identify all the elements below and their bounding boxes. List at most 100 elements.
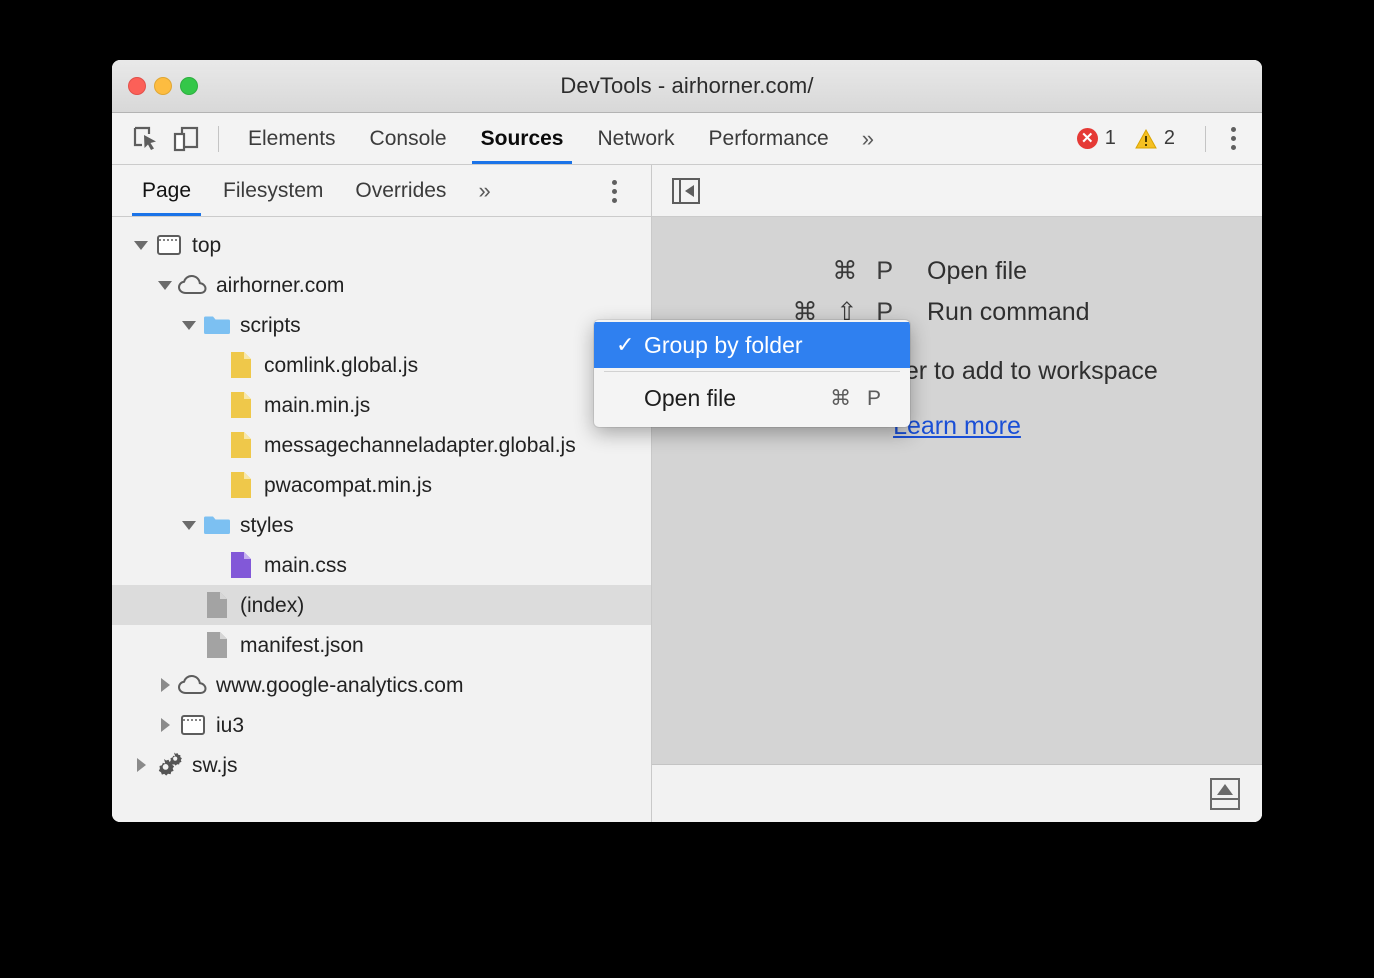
- tree-item-main-css[interactable]: main.css: [112, 545, 651, 585]
- tree-item-top[interactable]: top: [112, 225, 651, 265]
- device-toolbar-icon: [172, 125, 200, 153]
- devtools-window: DevTools - airhorner.com/ Elements Conso…: [112, 60, 1262, 822]
- cloud-icon: [178, 274, 208, 296]
- folder-icon: [202, 514, 232, 536]
- close-button[interactable]: [128, 77, 146, 95]
- inspect-element-button[interactable]: [126, 119, 166, 159]
- navigator-more-options-button[interactable]: [599, 173, 629, 209]
- editor-pane: ⌘ P Open file ⌘ ⇧ P Run command Drop in …: [652, 165, 1262, 822]
- document-file-icon: [202, 631, 232, 659]
- warning-count: 2: [1164, 127, 1175, 150]
- menu-item-open-file-shortcut: ⌘ P: [830, 386, 910, 411]
- navigator-more-tabs-button[interactable]: »: [462, 178, 503, 204]
- tree-item-label: main.css: [264, 555, 347, 576]
- editor-placeholder: ⌘ P Open file ⌘ ⇧ P Run command Drop in …: [652, 217, 1262, 764]
- navigator-tab-filesystem[interactable]: Filesystem: [207, 165, 339, 216]
- tab-performance[interactable]: Performance: [692, 113, 846, 164]
- document-file-icon: [202, 591, 232, 619]
- tree-item-label: pwacompat.min.js: [264, 475, 432, 496]
- shortcut-run-command-action: Run command: [927, 300, 1217, 325]
- more-panels-button[interactable]: »: [846, 126, 887, 152]
- main-menu-button[interactable]: [1218, 121, 1248, 157]
- editor-statusbar: [652, 764, 1262, 822]
- issue-counters[interactable]: ✕ 1 2: [1077, 127, 1187, 150]
- file-tree: top airhorner.comscripts comlink.global.js…: [112, 217, 651, 822]
- tree-item-label: www.google-analytics.com: [216, 675, 463, 696]
- error-count: 1: [1105, 127, 1116, 150]
- tree-item-iu3[interactable]: iu3: [112, 705, 651, 745]
- devtools-main-toolbar: Elements Console Sources Network Perform…: [112, 113, 1262, 165]
- editor-toolbar: [652, 165, 1262, 217]
- tree-item-main-min-js[interactable]: main.min.js: [112, 385, 651, 425]
- tree-item-messagechanneladapter-global-js[interactable]: messagechanneladapter.global.js: [112, 425, 651, 465]
- tab-elements[interactable]: Elements: [231, 113, 353, 164]
- window-controls: [128, 60, 198, 112]
- twisty-expanded-icon[interactable]: [152, 281, 178, 290]
- shortcut-open-file-keys: ⌘ P: [697, 259, 927, 284]
- js-file-icon: [226, 391, 256, 419]
- tree-item-label: main.min.js: [264, 395, 370, 416]
- cloud-icon: [178, 674, 208, 696]
- js-file-icon: [226, 351, 256, 379]
- sources-panel: Page Filesystem Overrides » top airhorner…: [112, 165, 1262, 822]
- frame-icon: [178, 714, 208, 736]
- error-icon: ✕: [1077, 128, 1098, 149]
- tree-item-styles[interactable]: styles: [112, 505, 651, 545]
- shortcut-open-file: ⌘ P Open file: [697, 259, 1217, 284]
- tree-item-label: top: [192, 235, 221, 256]
- twisty-expanded-icon[interactable]: [176, 321, 202, 330]
- show-navigator-icon[interactable]: [672, 178, 700, 204]
- navigator-tab-page[interactable]: Page: [126, 165, 207, 216]
- window-title: DevTools - airhorner.com/: [560, 73, 813, 99]
- tree-item-sw-js[interactable]: sw.js: [112, 745, 651, 785]
- warning-icon: [1135, 129, 1157, 149]
- tree-item-label: iu3: [216, 715, 244, 736]
- tree-item-manifest-json[interactable]: manifest.json: [112, 625, 651, 665]
- tree-item-label: comlink.global.js: [264, 355, 418, 376]
- tree-item-www-google-analytics-com[interactable]: www.google-analytics.com: [112, 665, 651, 705]
- tree-item-label: manifest.json: [240, 635, 364, 656]
- tab-network[interactable]: Network: [580, 113, 691, 164]
- zoom-button[interactable]: [180, 77, 198, 95]
- twisty-expanded-icon[interactable]: [128, 241, 154, 250]
- menu-item-group-by-folder[interactable]: ✓ Group by folder: [594, 322, 910, 368]
- navigator-pane: Page Filesystem Overrides » top airhorner…: [112, 165, 652, 822]
- learn-more-link[interactable]: Learn more: [893, 412, 1021, 441]
- js-file-icon: [226, 431, 256, 459]
- tree-item-airhorner-com[interactable]: airhorner.com: [112, 265, 651, 305]
- frame-icon: [154, 234, 184, 256]
- twisty-collapsed-icon[interactable]: [152, 678, 178, 692]
- tree-item-label: (index): [240, 595, 304, 616]
- twisty-expanded-icon[interactable]: [176, 521, 202, 530]
- twisty-collapsed-icon[interactable]: [152, 718, 178, 732]
- tree-item-scripts[interactable]: scripts: [112, 305, 651, 345]
- inspect-element-icon: [132, 125, 160, 153]
- service-worker-icon: [154, 751, 184, 779]
- navigator-tab-overrides[interactable]: Overrides: [339, 165, 462, 216]
- show-drawer-icon[interactable]: [1210, 778, 1240, 810]
- titlebar: DevTools - airhorner.com/: [112, 60, 1262, 113]
- folder-icon: [202, 314, 232, 336]
- tab-console[interactable]: Console: [353, 113, 464, 164]
- shortcut-open-file-action: Open file: [927, 259, 1217, 284]
- css-file-icon: [226, 551, 256, 579]
- tree-item-label: sw.js: [192, 755, 238, 776]
- menu-item-open-file[interactable]: Open file ⌘ P: [594, 375, 910, 421]
- device-toolbar-button[interactable]: [166, 119, 206, 159]
- tree-item-label: styles: [240, 515, 294, 536]
- tree-item-label: messagechanneladapter.global.js: [264, 435, 576, 456]
- navigator-context-menu: ✓ Group by folder Open file ⌘ P: [594, 320, 910, 427]
- minimize-button[interactable]: [154, 77, 172, 95]
- tree-item-comlink-global-js[interactable]: comlink.global.js: [112, 345, 651, 385]
- tree-item-pwacompat-min-js[interactable]: pwacompat.min.js: [112, 465, 651, 505]
- menu-separator: [604, 371, 900, 372]
- menu-item-open-file-label: Open file: [644, 385, 830, 412]
- js-file-icon: [226, 471, 256, 499]
- toolbar-right-cluster: ✕ 1 2: [1077, 113, 1248, 164]
- menu-item-group-by-folder-label: Group by folder: [644, 332, 910, 359]
- panel-tabs: Elements Console Sources Network Perform…: [231, 113, 887, 164]
- tab-sources[interactable]: Sources: [464, 113, 581, 164]
- tree-item-index[interactable]: (index): [112, 585, 651, 625]
- twisty-collapsed-icon[interactable]: [128, 758, 154, 772]
- navigator-toolbar: Page Filesystem Overrides »: [112, 165, 651, 217]
